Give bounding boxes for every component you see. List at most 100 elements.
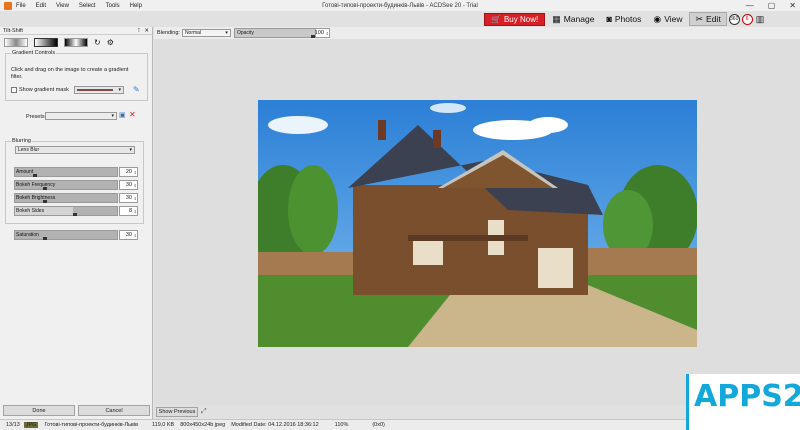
status-zoom: 110% — [334, 422, 349, 428]
slider-thumb[interactable] — [43, 187, 47, 190]
manage-label: Manage — [563, 14, 595, 24]
maximize-button[interactable]: ▢ — [768, 0, 776, 11]
grid-icon: ▦ — [552, 13, 561, 24]
bokeh-frequency-label: Bokeh Frequency — [16, 182, 56, 188]
fullscreen-icon[interactable]: ⤢ — [201, 408, 207, 416]
gradient-hint: Click and drag on the image to create a … — [11, 67, 129, 80]
bokeh-brightness-value[interactable]: 30 — [119, 193, 138, 203]
view-label: View — [664, 14, 683, 24]
acdsee-logo-icon — [4, 1, 12, 10]
radial-gradient-tool-icon[interactable] — [64, 37, 88, 47]
status-filesize: 119,0 KB — [152, 422, 175, 428]
image-index: 13/13 — [6, 422, 20, 428]
watermark-text: APPS24 — [694, 379, 800, 414]
save-preset-icon[interactable]: ▣ — [119, 111, 126, 119]
menu-bar: File Edit View Select Tools Help Готові-… — [0, 0, 800, 11]
mode-bar: 🛒 Buy Now! ▦ Manage ◙ Photos ◉ View ✂ Ed… — [484, 11, 800, 27]
bokeh-sides-value[interactable]: 8 — [119, 206, 138, 216]
gradient-controls-group: Gradient Controls Click and drag on the … — [5, 50, 148, 101]
photos-label: Photos — [614, 14, 642, 24]
cart-icon: 🛒 — [491, 14, 501, 24]
opacity-label: Opacity — [236, 30, 254, 36]
tilt-shift-panel: Tilt-Shift ⊺ ✕ ↻ ⚙ Gradient Controls Clic… — [0, 27, 153, 419]
presets-dropdown[interactable]: ▾ — [45, 112, 117, 120]
close-button[interactable]: ✕ — [789, 0, 796, 11]
panel-title: Tilt-Shift — [3, 27, 23, 34]
pin-icon[interactable]: ⊺ — [138, 28, 141, 34]
show-gradient-mask-checkbox[interactable] — [11, 87, 17, 93]
edit-label: Edit — [706, 14, 721, 24]
mask-color-dropdown[interactable]: ▾ — [74, 86, 124, 94]
house-image — [258, 100, 697, 347]
photos-mode-button[interactable]: ◙ Photos — [601, 12, 646, 26]
status-modified: Modified Date: 04.12.2016 18:36:12 — [231, 422, 319, 428]
saturation-slider[interactable]: Saturation — [14, 230, 118, 240]
bokeh-brightness-slider[interactable]: Bokeh Brightness — [14, 193, 118, 203]
tilt-line-tool-icon[interactable] — [4, 37, 28, 47]
edit-mode-button[interactable]: ✂ Edit — [689, 12, 727, 26]
minimize-button[interactable]: — — [746, 0, 754, 11]
bokeh-sides-slider[interactable]: Bokeh Sides — [14, 206, 118, 216]
chevron-down-icon: ▾ — [225, 30, 228, 36]
develop-mode-button[interactable]: 6 — [741, 13, 753, 25]
saturation-value[interactable]: 30 — [119, 230, 138, 240]
opacity-value[interactable]: 100 — [315, 28, 330, 38]
bokeh-frequency-slider[interactable]: Bokeh Frequency — [14, 180, 118, 190]
camera-icon: ◙ — [606, 14, 612, 24]
panel-header: Tilt-Shift ⊺ ✕ — [0, 27, 152, 35]
bokeh-sides-label: Bokeh Sides — [16, 208, 45, 214]
chevron-down-icon: ▾ — [118, 87, 121, 93]
settings-icon[interactable]: ⚙ — [107, 38, 114, 47]
manage-mode-button[interactable]: ▦ Manage — [547, 12, 599, 26]
slider-thumb[interactable] — [73, 213, 77, 216]
bokeh-frequency-value[interactable]: 30 — [119, 180, 138, 190]
chevron-down-icon: ▾ — [111, 113, 114, 119]
reset-icon[interactable]: ↻ — [94, 38, 101, 47]
blur-type-value: Lens Blur — [18, 147, 40, 153]
delete-preset-icon[interactable]: ✕ — [129, 110, 136, 119]
blurring-label: Blurring — [11, 138, 32, 144]
buy-now-label: Buy Now! — [503, 14, 539, 24]
apps24-watermark: APPS24 — [686, 374, 800, 430]
menu-view[interactable]: View — [56, 3, 69, 9]
dashboard-icon[interactable]: ▥ — [756, 14, 765, 25]
eye-icon: ◉ — [653, 13, 662, 24]
blending-dropdown[interactable]: Normal ▾ — [181, 29, 231, 37]
edit-tools-icon: ✂ — [695, 13, 704, 24]
amount-slider[interactable]: Amount — [14, 167, 118, 177]
status-filename: Готові-типові-проекти-будинків-Львів — [44, 422, 138, 428]
cancel-button[interactable]: Cancel — [78, 405, 150, 416]
menu-file[interactable]: File — [16, 3, 26, 9]
360-mode-button[interactable]: 360 — [728, 13, 740, 25]
linear-gradient-tool-icon[interactable] — [34, 37, 58, 47]
done-button[interactable]: Done — [3, 405, 75, 416]
image-canvas[interactable] — [154, 39, 800, 405]
eyedropper-icon[interactable]: ✎ — [133, 85, 140, 94]
menu-select[interactable]: Select — [79, 3, 96, 9]
mask-color-swatch — [77, 89, 113, 91]
menu-edit[interactable]: Edit — [36, 3, 46, 9]
panel-close-icon[interactable]: ✕ — [144, 28, 149, 34]
house-photo — [258, 100, 697, 347]
slider-thumb[interactable] — [43, 200, 47, 203]
show-previous-button[interactable]: Show Previous — [156, 407, 198, 417]
window-title: Готові-типові-проекти-будинків-Львів - A… — [322, 2, 478, 9]
buy-now-button[interactable]: 🛒 Buy Now! — [484, 12, 546, 26]
presets-label: Presets — [26, 114, 45, 120]
slider-thumb[interactable] — [43, 237, 47, 240]
window-controls: — ▢ ✕ — [746, 0, 796, 11]
amount-label: Amount — [16, 169, 34, 175]
view-mode-button[interactable]: ◉ View — [648, 12, 687, 26]
slider-thumb[interactable] — [33, 174, 37, 177]
blending-label: Blending: — [157, 30, 180, 36]
bokeh-brightness-label: Bokeh Brightness — [16, 195, 56, 201]
amount-value[interactable]: 20 — [119, 167, 138, 177]
status-dimensions: 800x450x24b jpeg — [180, 422, 226, 428]
blur-type-dropdown[interactable]: Lens Blur ▾ — [15, 146, 135, 154]
status-bar: 13/13 JPG Готові-типові-проекти-будинків… — [0, 419, 800, 430]
gradient-tool-row: ↻ ⚙ — [0, 35, 152, 49]
opacity-slider[interactable]: Opacity 100 — [233, 28, 330, 38]
status-cursor: (0x0) — [372, 422, 385, 428]
menu-help[interactable]: Help — [130, 3, 142, 9]
menu-tools[interactable]: Tools — [106, 3, 120, 9]
